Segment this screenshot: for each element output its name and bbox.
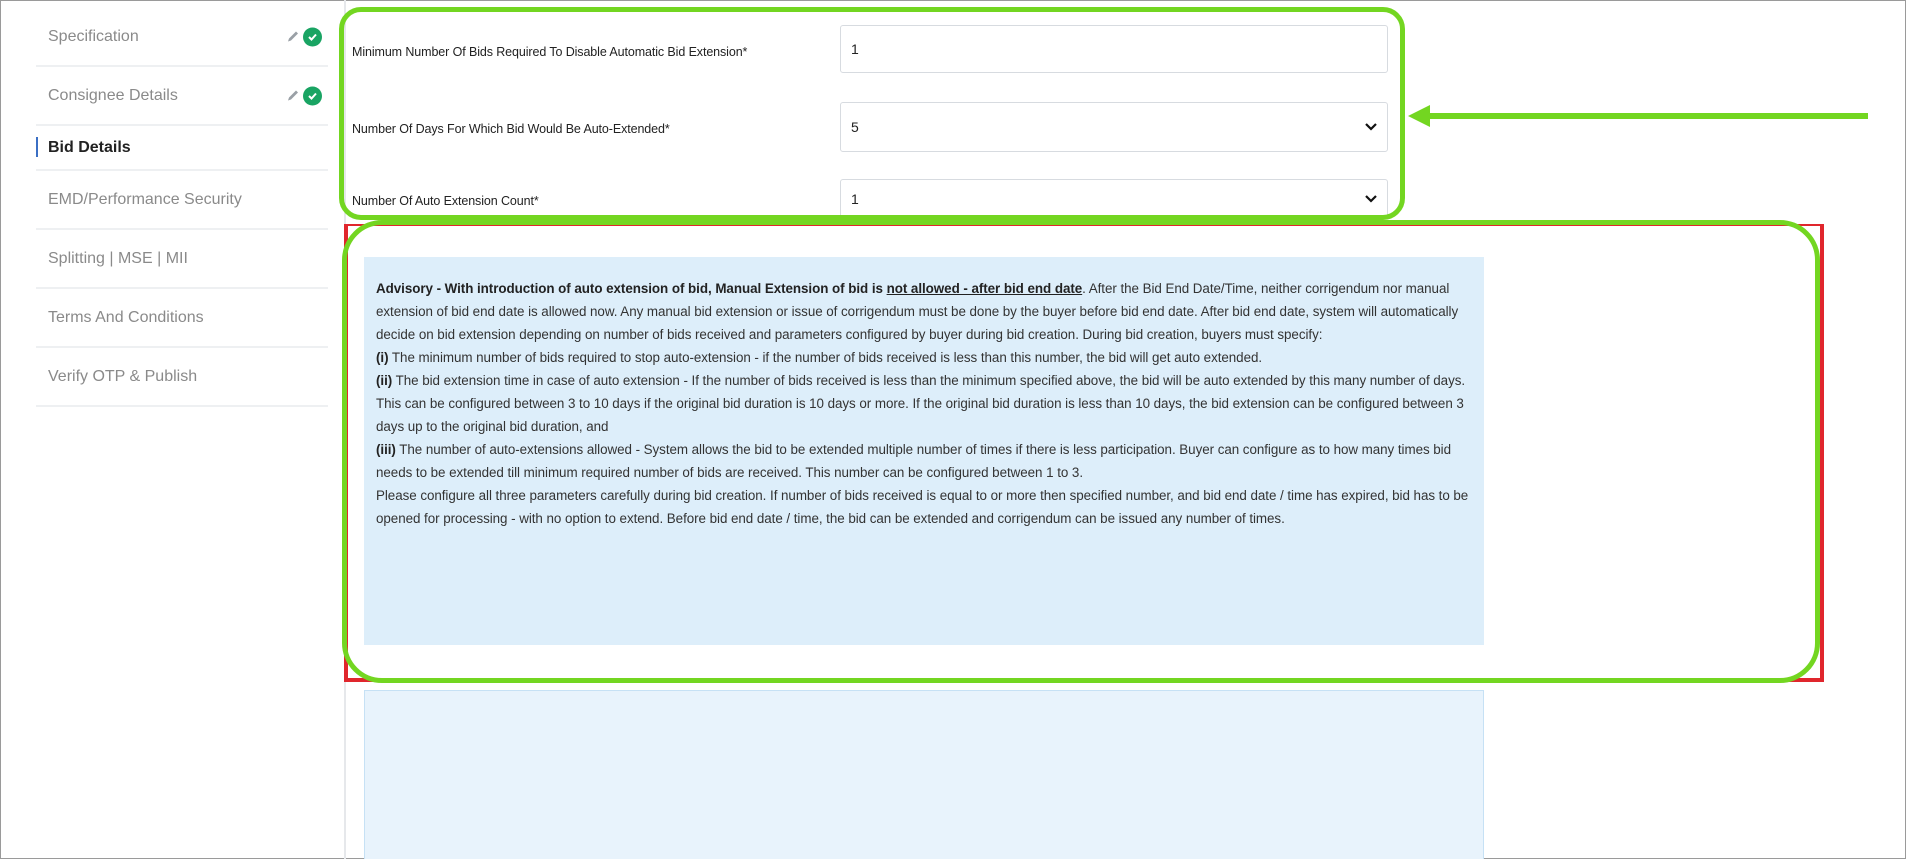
sidebar-item-specification[interactable]: Specification [36,8,328,67]
sidebar-item-label: Bid Details [48,138,131,156]
sidebar-item-consignee-details[interactable]: Consignee Details [36,67,328,126]
sidebar-item-label: Consignee Details [48,86,178,104]
sidebar-item-label: Terms And Conditions [48,308,204,326]
sidebar-item-emd-performance-security[interactable]: EMD/Performance Security [36,171,328,230]
sidebar-item-label: Verify OTP & Publish [48,367,198,385]
status-icons [286,86,322,105]
sidebar-item-terms-and-conditions[interactable]: Terms And Conditions [36,289,328,348]
pencil-icon[interactable] [286,30,300,44]
check-circle-icon [303,86,322,105]
sidebar-item-label: EMD/Performance Security [48,190,242,208]
wizard-sidebar: Specification Consignee Details Bid Deta… [36,8,328,407]
next-section-panel [364,690,1484,859]
sidebar-item-label: Splitting | MSE | MII [48,249,188,267]
sidebar-item-verify-otp-publish[interactable]: Verify OTP & Publish [36,348,328,407]
pencil-icon[interactable] [286,89,300,103]
arrow-left-icon [1408,105,1868,127]
sidebar-item-splitting-mse-mii[interactable]: Splitting | MSE | MII [36,230,328,289]
sidebar-item-bid-details[interactable]: Bid Details [36,126,328,171]
highlight-box-advisory [342,220,1820,683]
sidebar-item-label: Specification [48,27,139,45]
check-circle-icon [303,27,322,46]
status-icons [286,27,322,46]
highlight-box-form-fields [339,7,1405,220]
